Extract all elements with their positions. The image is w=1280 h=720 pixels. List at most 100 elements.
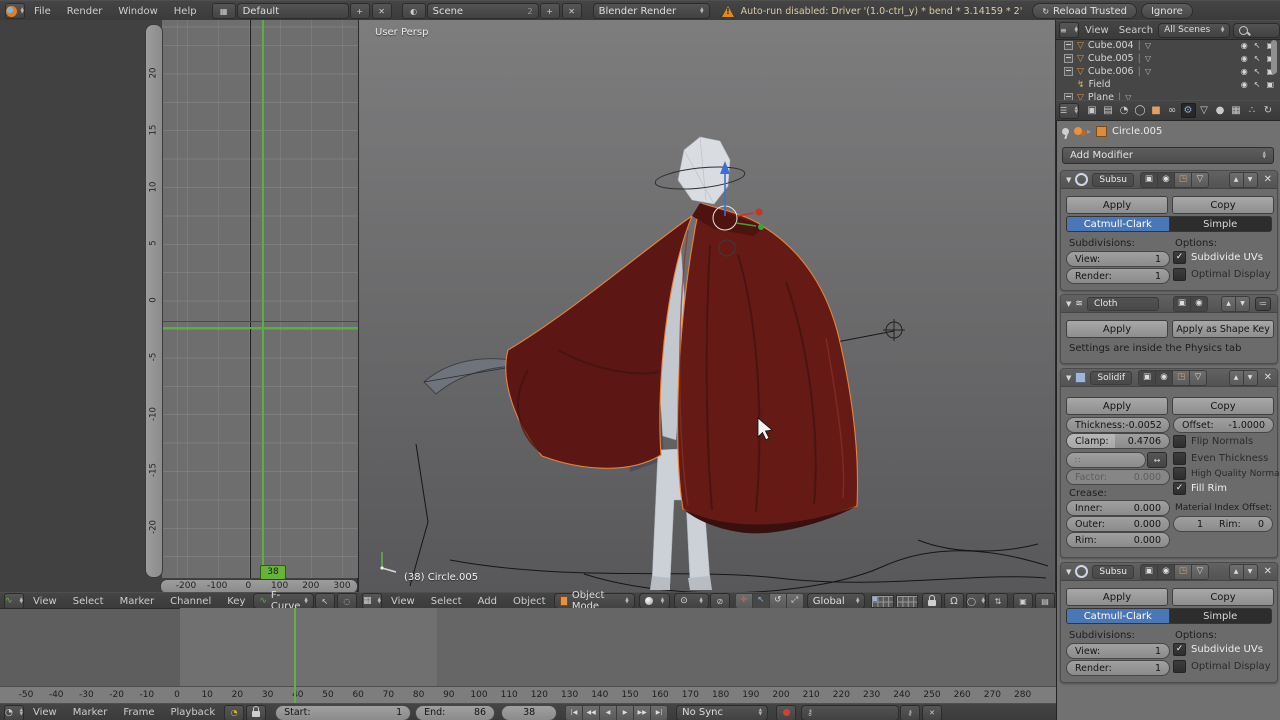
graph-cursor-line[interactable] — [162, 327, 358, 329]
tab-physics-icon[interactable]: ↻ — [1261, 103, 1276, 118]
modifier-header[interactable]: ▼ Solidif ▣ ◉ ◳ ▽ ▲ ▼ ✕ — [1061, 369, 1277, 387]
editor-type-button[interactable] — [5, 3, 25, 19]
expand-icon[interactable]: ▼ — [1066, 374, 1071, 382]
cursor-tool-icon[interactable]: ↖ — [314, 593, 335, 609]
move-down-icon[interactable]: ▼ — [1243, 171, 1258, 188]
timeline-current-frame-line[interactable] — [294, 608, 296, 703]
move-down-icon[interactable]: ▼ — [1236, 295, 1250, 312]
menu-help[interactable]: Help — [166, 6, 205, 17]
visibility-eye-icon[interactable]: ◉ — [1241, 67, 1248, 76]
render-engine-dropdown[interactable]: Blender Render — [592, 3, 710, 19]
viewport-editor-type-button[interactable]: ▦ — [362, 593, 382, 609]
sync-dropdown[interactable]: No Sync — [676, 704, 769, 720]
menu-render[interactable]: Render — [59, 6, 111, 17]
use-preview-range-button[interactable]: ◔ — [224, 704, 245, 720]
crease-outer-slider[interactable]: Outer: 0.000 — [1066, 516, 1170, 532]
outliner-menu-search[interactable]: Search — [1114, 25, 1158, 36]
cage-toggle-icon[interactable]: ▽ — [1191, 563, 1209, 580]
viewport-shading-dropdown[interactable] — [638, 593, 671, 609]
outliner-scrollbar[interactable] — [1271, 40, 1277, 74]
timeline-menu-playback[interactable]: Playback — [162, 707, 223, 718]
cage-toggle-icon[interactable]: ▽ — [1190, 369, 1207, 386]
fill-rim-checkbox[interactable] — [1173, 482, 1186, 495]
outliner-row-cube004[interactable]: ▽ Cube.004 | ▽ ◉↖▣ — [1056, 39, 1280, 52]
graph-menu-view[interactable]: View — [25, 596, 65, 607]
delete-modifier-icon[interactable]: ✕ — [1264, 566, 1272, 577]
layers-grid-2[interactable] — [895, 594, 918, 608]
breadcrumb-object-name[interactable]: Circle.005 — [1112, 126, 1162, 137]
next-keyframe-button[interactable]: ▶▶ — [634, 704, 652, 720]
timeline-menu-frame[interactable]: Frame — [115, 707, 162, 718]
graph-current-frame-line[interactable] — [262, 20, 264, 578]
pivot-point-dropdown[interactable]: ⊙ — [674, 593, 709, 609]
crease-rim-slider[interactable]: Rim: 0.000 — [1066, 532, 1170, 548]
modifier-name-field[interactable]: Solidif — [1090, 370, 1132, 385]
screen-layout-selector[interactable]: ▦ Default + ✕ — [211, 3, 393, 19]
delete-layout-button[interactable]: ✕ — [371, 3, 392, 19]
opengl-render-button[interactable]: ▣ — [1013, 593, 1033, 609]
subdivide-uvs-checkbox[interactable] — [1173, 251, 1186, 264]
mode-dropdown[interactable]: Object Mode — [553, 590, 635, 612]
timeline-menu-marker[interactable]: Marker — [65, 707, 116, 718]
outliner-row-cube005[interactable]: ▽ Cube.005 | ▽ ◉↖▣ — [1056, 52, 1280, 65]
view3d-menu-view[interactable]: View — [383, 596, 423, 607]
viewport-visibility-eye-icon[interactable]: ◉ — [1157, 563, 1175, 580]
timeline-editor-type-button[interactable]: ◔ — [4, 704, 24, 720]
auto-keyframe-button[interactable] — [776, 704, 797, 720]
catmull-clark-button[interactable]: Catmull-Clark — [1066, 608, 1170, 624]
simple-button[interactable]: Simple — [1169, 216, 1272, 232]
pin-icon[interactable] — [1062, 127, 1069, 135]
modifier-name-field[interactable]: Subsu — [1092, 172, 1134, 187]
tab-data-icon[interactable]: ▽ — [1197, 103, 1212, 118]
modifier-header[interactable]: ▼ Subsu ▣ ◉ ◳ ▽ ▲ ▼ ✕ — [1061, 171, 1277, 189]
factor-slider[interactable]: Factor: 0.000 — [1066, 469, 1170, 485]
current-frame-field[interactable]: 38 — [501, 704, 558, 720]
tab-object-icon[interactable]: ■ — [1149, 103, 1164, 118]
expand-toggle-icon[interactable] — [1064, 41, 1073, 50]
expand-icon[interactable]: ▼ — [1066, 176, 1071, 184]
previous-keyframe-button[interactable]: ◀◀ — [583, 704, 601, 720]
play-button[interactable]: ▶ — [617, 704, 635, 720]
subdivide-uvs-checkbox[interactable] — [1173, 643, 1186, 656]
outliner-menu-view[interactable]: View — [1080, 25, 1114, 36]
move-up-icon[interactable]: ▲ — [1221, 295, 1236, 312]
render-toggle-icon[interactable]: ▣ — [1139, 171, 1158, 188]
view-subdivisions-slider[interactable]: View: 1 — [1066, 251, 1170, 267]
outliner-row-field[interactable]: ↯ Field ◉ ↖ ▣ — [1056, 78, 1280, 91]
clamp-slider[interactable]: Clamp: 0.4706 — [1066, 433, 1170, 449]
view3d-menu-add[interactable]: Add — [470, 596, 505, 607]
snap-element-dropdown[interactable]: ◯ — [966, 593, 986, 609]
outliner-editor-type-button[interactable]: ≡ — [1059, 22, 1079, 38]
move-down-icon[interactable]: ▼ — [1243, 563, 1258, 580]
scene-name-field[interactable]: Scene 2 — [426, 3, 539, 19]
render-toggle-icon[interactable]: ▣ — [1172, 295, 1191, 312]
tab-world-icon[interactable]: ◯ — [1133, 103, 1148, 118]
outliner-search-input[interactable] — [1233, 22, 1280, 38]
view-subdivisions-slider[interactable]: View: 1 — [1066, 643, 1170, 659]
jump-to-start-button[interactable]: |◀ — [565, 704, 584, 720]
vertex-group-field[interactable]: ∷ — [1066, 452, 1146, 468]
expand-icon[interactable]: ▼ — [1066, 300, 1071, 308]
expand-toggle-icon[interactable] — [1064, 67, 1073, 76]
graph-menu-marker[interactable]: Marker — [112, 596, 163, 607]
pivot-align-toggle[interactable]: ⊘ — [709, 593, 730, 609]
apply-as-shape-key-button[interactable]: Apply as Shape Key — [1172, 320, 1274, 338]
expand-toggle-icon[interactable] — [1064, 54, 1073, 63]
lock-frame-range-button[interactable] — [246, 704, 267, 720]
tab-render-icon[interactable]: ▣ — [1085, 103, 1100, 118]
scene-filter-dropdown[interactable]: All Scenes — [1158, 22, 1231, 38]
simple-button[interactable]: Simple — [1169, 608, 1272, 624]
menu-window[interactable]: Window — [110, 6, 165, 17]
physics-properties-icon[interactable]: ≔ — [1255, 296, 1271, 311]
object-name[interactable]: Cube.004 — [1088, 40, 1134, 51]
scale-manipulator-icon[interactable]: ⤢ — [786, 593, 804, 609]
timeline-menu-view[interactable]: View — [25, 707, 65, 718]
tab-texture-icon[interactable]: ▦ — [1229, 103, 1244, 118]
apply-button[interactable]: Apply — [1066, 397, 1168, 415]
move-down-icon[interactable]: ▼ — [1243, 369, 1258, 386]
scene-selector[interactable]: ◐ Scene 2 + ✕ — [401, 3, 583, 19]
graph-menu-select[interactable]: Select — [65, 596, 112, 607]
play-reverse-button[interactable]: ◀ — [600, 704, 618, 720]
add-scene-button[interactable]: + — [539, 3, 560, 19]
selectability-icon[interactable]: ↖ — [1254, 41, 1261, 50]
